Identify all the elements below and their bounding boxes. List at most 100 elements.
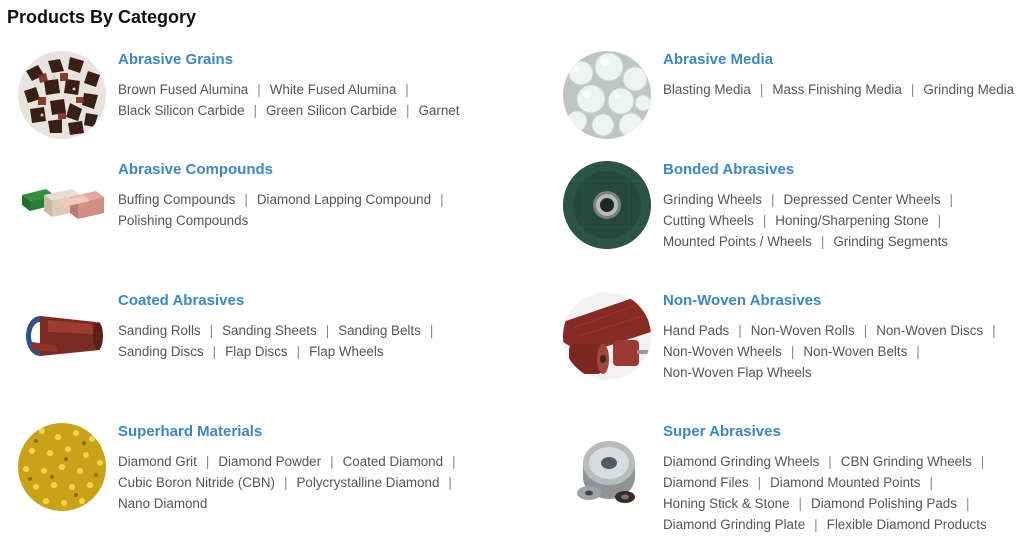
abrasive-grains-link[interactable]: Abrasive Grains [118, 51, 233, 68]
subcategory-link[interactable]: Polycrystalline Diamond [297, 475, 440, 490]
subcategory-link[interactable]: Depressed Center Wheels [783, 192, 940, 207]
subcategory-link[interactable]: Non-Woven Rolls [751, 323, 855, 338]
subcategory-link[interactable]: Polishing Compounds [118, 213, 248, 228]
subcategory-link[interactable]: Diamond Grinding Plate [663, 517, 805, 532]
abrasive-grains-image[interactable] [18, 51, 106, 139]
separator: | [916, 344, 920, 359]
separator: | [452, 454, 456, 469]
subcategory-line: Nano Diamond [118, 493, 465, 514]
subcategory-link[interactable]: Diamond Grinding Wheels [663, 454, 819, 469]
subcategory-link[interactable]: Sanding Discs [118, 344, 204, 359]
subcategory-line: Grinding Wheels | Depressed Center Wheels | [663, 189, 962, 210]
coated-abrasives-image[interactable] [18, 292, 106, 380]
subcategory-link[interactable]: Coated Diamond [343, 454, 444, 469]
abrasive-compounds-image[interactable] [18, 161, 106, 249]
subcategory-link[interactable]: Garnet [419, 103, 460, 118]
subcategory-line: Honing Stick & Stone | Diamond Polishing P… [663, 493, 993, 514]
subcategory-line: Non-Woven Wheels | Non-Woven Belts | [663, 341, 1005, 362]
subcategory-line: Blasting Media | Mass Finishing Media | Grin… [663, 79, 1014, 100]
subcategory-link[interactable]: Diamond Lapping Compound [257, 192, 431, 207]
separator: | [965, 496, 970, 511]
abrasive-media-image[interactable] [563, 51, 651, 139]
subcategory-link[interactable]: Diamond Files [663, 475, 749, 490]
subcategory-link[interactable]: Flap Wheels [309, 344, 383, 359]
separator: | [296, 344, 301, 359]
coated-abrasives-link[interactable]: Coated Abrasives [118, 292, 244, 309]
separator: | [762, 213, 767, 228]
non-woven-abrasives-image[interactable] [563, 292, 651, 380]
separator: | [863, 323, 868, 338]
subcategory-link[interactable]: Hand Pads [663, 323, 729, 338]
bonded-abrasives-image[interactable] [563, 161, 651, 249]
separator: | [790, 344, 795, 359]
subcategory-line: Non-Woven Flap Wheels [663, 362, 1005, 383]
subcategory-link[interactable]: Non-Woven Discs [876, 323, 983, 338]
subcategory-link[interactable]: White Fused Alumina [270, 82, 397, 97]
non-woven-abrasives-link[interactable]: Non-Woven Abrasives [663, 292, 821, 309]
subcategory-line: Sanding Rolls | Sanding Sheets | Sanding Bel… [118, 320, 442, 341]
bonded-abrasives-link[interactable]: Bonded Abrasives [663, 161, 794, 178]
subcategory-link[interactable]: Grinding Segments [833, 234, 948, 249]
subcategory-line: Sanding Discs | Flap Discs | Flap Wheels [118, 341, 442, 362]
subcategory-link[interactable]: Honing/Sharpening Stone [775, 213, 928, 228]
subcategory-line: Polishing Compounds [118, 210, 453, 231]
subcategory-link[interactable]: Blasting Media [663, 82, 751, 97]
subcategory-line: Hand Pads | Non-Woven Rolls | Non-Woven Disc… [663, 320, 1005, 341]
subcategory-link[interactable]: Mounted Points / Wheels [663, 234, 812, 249]
abrasive-compounds-subcategories: Buffing Compounds | Diamond Lapping Compou… [118, 189, 453, 231]
subcategory-line: Diamond Grinding Plate | Flexible Diamond … [663, 514, 993, 535]
subcategory-link[interactable]: Diamond Powder [218, 454, 321, 469]
subcategory-link[interactable]: Sanding Rolls [118, 323, 201, 338]
super-abrasives-link[interactable]: Super Abrasives [663, 423, 781, 440]
subcategory-line: Diamond Grit | Diamond Powder | Coated Diamo… [118, 451, 465, 472]
subcategory-link[interactable]: Non-Woven Flap Wheels [663, 365, 812, 380]
subcategory-link[interactable]: Cutting Wheels [663, 213, 754, 228]
separator: | [771, 192, 775, 207]
subcategory-link[interactable]: Grinding Media [923, 82, 1014, 97]
subcategory-link[interactable]: Mass Finishing Media [772, 82, 902, 97]
subcategory-link[interactable]: Diamond Mounted Points [770, 475, 920, 490]
subcategory-line: Mounted Points / Wheels | Grinding Segment… [663, 231, 962, 252]
separator: | [980, 454, 985, 469]
subcategory-link[interactable]: Non-Woven Wheels [663, 344, 782, 359]
super-abrasives-image[interactable] [563, 423, 651, 511]
non-woven-abrasives-subcategories: Hand Pads | Non-Woven Rolls | Non-Woven Disc… [663, 320, 1005, 383]
separator: | [284, 475, 288, 490]
abrasive-media-link[interactable]: Abrasive Media [663, 51, 773, 68]
subcategory-link[interactable]: Non-Woven Belts [803, 344, 907, 359]
separator: | [205, 454, 210, 469]
separator: | [209, 323, 214, 338]
subcategory-link[interactable]: Flap Discs [225, 344, 288, 359]
subcategory-link[interactable]: Flexible Diamond Products [827, 517, 987, 532]
subcategory-link[interactable]: Cubic Boron Nitride (CBN) [118, 475, 275, 490]
subcategory-link[interactable]: Honing Stick & Stone [663, 496, 790, 511]
separator: | [738, 323, 742, 338]
page-title: Products By Category [7, 7, 197, 27]
separator: | [325, 323, 330, 338]
separator: | [257, 82, 261, 97]
separator: | [440, 192, 444, 207]
subcategory-link[interactable]: Diamond Polishing Pads [811, 496, 957, 511]
subcategory-link[interactable]: Black Silicon Carbide [118, 103, 245, 118]
subcategory-link[interactable]: Sanding Sheets [222, 323, 317, 338]
subcategory-link[interactable]: Grinding Wheels [663, 192, 762, 207]
coated-abrasives-subcategories: Sanding Rolls | Sanding Sheets | Sanding Bel… [118, 320, 442, 362]
subcategory-link[interactable]: Green Silicon Carbide [266, 103, 397, 118]
subcategory-link[interactable]: Brown Fused Alumina [118, 82, 248, 97]
subcategory-link[interactable]: CBN Grinding Wheels [841, 454, 972, 469]
abrasive-grains-subcategories: Brown Fused Alumina | White Fused Alumina |… [118, 79, 459, 121]
superhard-materials-subcategories: Diamond Grit | Diamond Powder | Coated Diamo… [118, 451, 465, 514]
subcategory-link[interactable]: Nano Diamond [118, 496, 207, 511]
subcategory-link[interactable]: Sanding Belts [338, 323, 421, 338]
super-abrasives-subcategories: Diamond Grinding Wheels | CBN Grinding Whe… [663, 451, 993, 535]
bonded-abrasives-subcategories: Grinding Wheels | Depressed Center Wheels |… [663, 189, 962, 252]
subcategory-line: Diamond Grinding Wheels | CBN Grinding Whe… [663, 451, 993, 472]
subcategory-line: Buffing Compounds | Diamond Lapping Compou… [118, 189, 453, 210]
superhard-materials-image[interactable] [18, 423, 106, 511]
subcategory-link[interactable]: Buffing Compounds [118, 192, 235, 207]
subcategory-line: Diamond Files | Diamond Mounted Points | [663, 472, 993, 493]
abrasive-compounds-link[interactable]: Abrasive Compounds [118, 161, 273, 178]
subcategory-link[interactable]: Diamond Grit [118, 454, 197, 469]
superhard-materials-link[interactable]: Superhard Materials [118, 423, 262, 440]
separator: | [798, 496, 803, 511]
